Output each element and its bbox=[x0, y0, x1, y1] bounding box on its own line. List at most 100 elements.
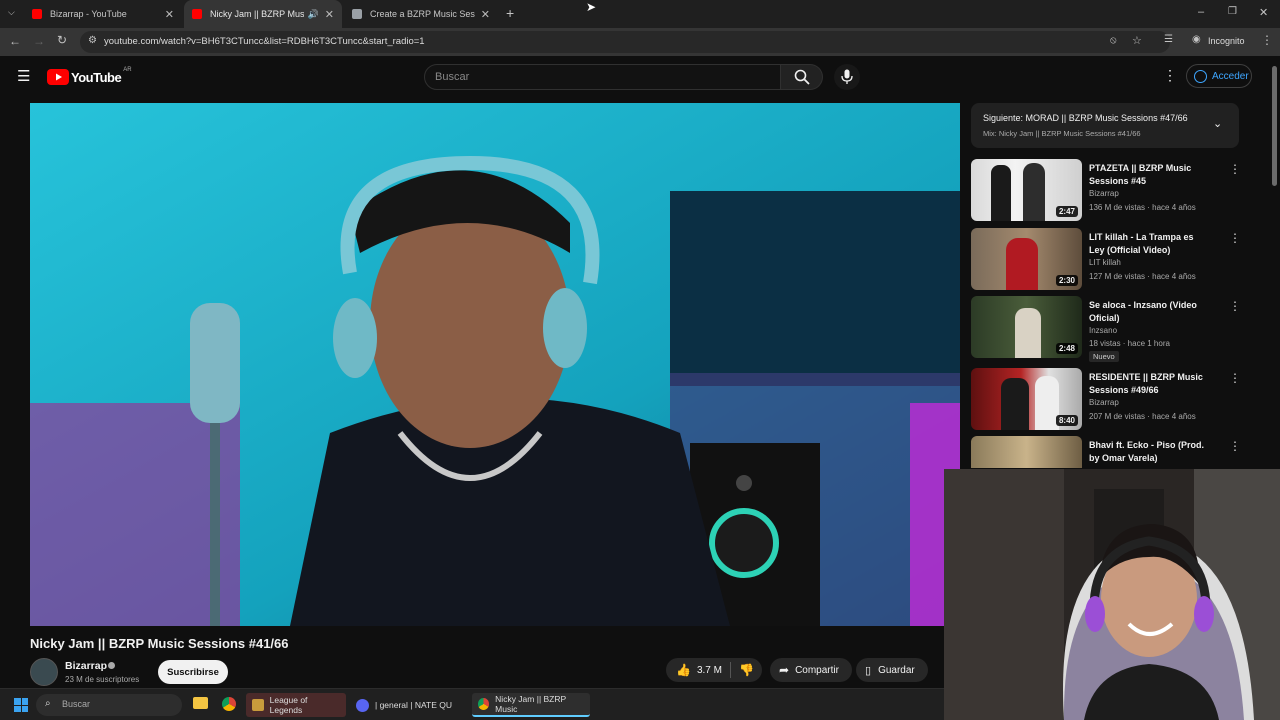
browser-menu-icon[interactable]: ⋮ bbox=[1261, 33, 1273, 47]
voice-search-button[interactable] bbox=[834, 64, 860, 90]
list-item[interactable]: 2:30 LIT killah - La Trampa es Ley (Offi… bbox=[971, 228, 1241, 292]
mix-playlist-header[interactable]: Siguiente: MORAD || BZRP Music Sessions … bbox=[971, 103, 1239, 148]
new-tab-icon[interactable]: + bbox=[506, 5, 514, 21]
search-input[interactable]: Buscar bbox=[424, 64, 781, 90]
video-thumbnail[interactable]: 2:48 bbox=[971, 296, 1082, 358]
video-stats: 136 M de vistas · hace 4 años bbox=[1089, 203, 1196, 212]
video-thumbnail[interactable]: 2:47 bbox=[971, 159, 1082, 221]
tab-label: Bizarrap - YouTube bbox=[50, 9, 127, 19]
chrome-icon bbox=[478, 698, 490, 710]
taskbar-item-label: League of Legends bbox=[269, 695, 308, 715]
taskbar-item-label: | general | NATE QU bbox=[375, 700, 453, 710]
taskbar-item-discord[interactable]: | general | NATE QU bbox=[350, 693, 468, 717]
youtube-play-icon bbox=[47, 69, 69, 85]
settings-more-icon[interactable]: ⋮ bbox=[1163, 67, 1177, 84]
list-item[interactable]: Bhavi ft. Ecko - Piso (Prod. by Omar Var… bbox=[971, 436, 1241, 468]
save-label: Guardar bbox=[878, 664, 915, 676]
tab-close-icon[interactable]: ✕ bbox=[165, 8, 174, 21]
video-title: Nicky Jam || BZRP Music Sessions #41/66 bbox=[30, 636, 289, 651]
list-item[interactable]: 2:48 Se aloca - Inzsano (Video Oficial) … bbox=[971, 296, 1241, 362]
forward-icon[interactable]: → bbox=[33, 34, 45, 48]
more-actions-icon[interactable]: ⋮ bbox=[1229, 439, 1241, 453]
verified-check-icon bbox=[108, 662, 115, 669]
youtube-favicon bbox=[192, 9, 202, 19]
speaker-icon[interactable]: 🔊 bbox=[308, 9, 319, 20]
minimize-icon[interactable]: – bbox=[1198, 6, 1204, 18]
taskbar-search-placeholder: Buscar bbox=[62, 699, 91, 709]
account-icon bbox=[1194, 69, 1207, 83]
youtube-wordmark: YouTube bbox=[71, 69, 122, 85]
next-video-label: Siguiente: MORAD || BZRP Music Sessions … bbox=[983, 113, 1188, 123]
browser-toolbar: ← → ↻ ⚙ youtube.com/watch?v=BH6T3CTuncc&… bbox=[0, 28, 1280, 56]
taskbar-item-chrome[interactable]: Nicky Jam || BZRP Music bbox=[472, 693, 590, 717]
like-button[interactable]: 👍 3.7 M bbox=[666, 663, 730, 677]
tab-bizarrap[interactable]: Bizarrap - YouTube ✕ bbox=[24, 0, 182, 28]
back-icon[interactable]: ← bbox=[9, 34, 21, 48]
taskbar-item-league[interactable]: League of Legends bbox=[246, 693, 346, 717]
reading-list-icon[interactable]: ☰ bbox=[1164, 34, 1173, 45]
taskbar-search[interactable]: ⌕ Buscar bbox=[36, 694, 182, 716]
chrome-icon[interactable] bbox=[222, 697, 236, 711]
site-info-icon[interactable]: ⚙ bbox=[88, 35, 97, 46]
video-title: Bhavi ft. Ecko - Piso (Prod. by Omar Var… bbox=[1089, 440, 1205, 463]
bookmark-star-icon[interactable]: ☆ bbox=[1132, 34, 1142, 47]
video-stats: 18 vistas · hace 1 hora bbox=[1089, 339, 1170, 348]
channel-avatar[interactable] bbox=[30, 658, 58, 686]
video-thumbnail[interactable]: 8:40 bbox=[971, 368, 1082, 430]
search-icon: ⌕ bbox=[45, 698, 51, 709]
incognito-label[interactable]: Incognito bbox=[1208, 36, 1245, 46]
more-actions-icon[interactable]: ⋮ bbox=[1229, 231, 1241, 245]
mix-label: Mix: Nicky Jam || BZRP Music Sessions #4… bbox=[983, 129, 1141, 138]
sign-in-button[interactable]: Acceder bbox=[1186, 64, 1252, 88]
search-button[interactable] bbox=[781, 64, 823, 90]
video-duration: 8:40 bbox=[1055, 415, 1078, 426]
list-item[interactable]: 2:47 PTAZETA || BZRP Music Sessions #45 … bbox=[971, 159, 1241, 223]
browser-tab-strip: ⌵ Bizarrap - YouTube ✕ Nicky Jam || BZRP… bbox=[0, 0, 1280, 28]
windows-start-icon[interactable] bbox=[14, 698, 28, 712]
search-icon bbox=[794, 69, 810, 85]
more-actions-icon[interactable]: ⋮ bbox=[1229, 299, 1241, 313]
channel-name: Inzsano bbox=[1089, 326, 1118, 335]
tab-search-icon[interactable]: ⌵ bbox=[8, 7, 15, 18]
video-duration: 2:47 bbox=[1055, 206, 1078, 217]
hamburger-menu-icon[interactable]: ☰ bbox=[17, 67, 30, 85]
like-count: 3.7 M bbox=[696, 664, 722, 676]
channel-name[interactable]: Bizarrap bbox=[65, 660, 107, 672]
tab-close-icon[interactable]: ✕ bbox=[481, 8, 490, 21]
video-thumbnail[interactable] bbox=[971, 436, 1082, 468]
subscribe-button[interactable]: Suscribirse bbox=[158, 660, 228, 684]
file-explorer-icon[interactable] bbox=[193, 697, 208, 709]
save-button[interactable]: ▯ Guardar bbox=[856, 658, 928, 682]
webcam-overlay bbox=[944, 469, 1280, 720]
eye-off-icon[interactable]: ⦸ bbox=[1110, 35, 1117, 46]
scrollbar[interactable] bbox=[1272, 66, 1277, 186]
video-duration: 2:30 bbox=[1055, 275, 1078, 286]
new-badge: Nuevo bbox=[1089, 351, 1119, 362]
tab-nicky-jam[interactable]: Nicky Jam || BZRP Music Se 🔊 ✕ bbox=[184, 0, 342, 28]
tab-label: Create a BZRP Music Sessions bbox=[370, 9, 475, 19]
chevron-down-icon[interactable]: ⌄ bbox=[1213, 117, 1222, 130]
video-thumbnail[interactable]: 2:30 bbox=[971, 228, 1082, 290]
video-duration: 2:48 bbox=[1055, 343, 1078, 354]
address-bar[interactable]: ⚙ youtube.com/watch?v=BH6T3CTuncc&list=R… bbox=[80, 31, 1170, 53]
discord-icon bbox=[356, 698, 369, 712]
tab-create-bzrp[interactable]: Create a BZRP Music Sessions ✕ bbox=[344, 0, 498, 28]
reload-icon[interactable]: ↻ bbox=[57, 33, 67, 47]
region-code: AR bbox=[123, 67, 132, 73]
more-actions-icon[interactable]: ⋮ bbox=[1229, 371, 1241, 385]
restore-icon[interactable]: ❐ bbox=[1228, 6, 1237, 17]
youtube-logo[interactable]: YouTube AR bbox=[47, 67, 132, 85]
windows-taskbar: ⌕ Buscar League of Legends | general | N… bbox=[0, 688, 944, 720]
dislike-button[interactable]: 👎 bbox=[731, 663, 754, 677]
more-actions-icon[interactable]: ⋮ bbox=[1229, 162, 1241, 176]
close-window-icon[interactable]: ✕ bbox=[1259, 6, 1268, 19]
list-item[interactable]: 8:40 RESIDENTE || BZRP Music Sessions #4… bbox=[971, 368, 1241, 432]
tab-close-icon[interactable]: ✕ bbox=[325, 8, 334, 21]
share-icon: ➦ bbox=[779, 663, 790, 677]
share-button[interactable]: ➦ Compartir bbox=[770, 658, 852, 682]
url-text: youtube.com/watch?v=BH6T3CTuncc&list=RDB… bbox=[104, 36, 425, 47]
document-favicon bbox=[352, 9, 362, 19]
tab-label: Nicky Jam || BZRP Music Se bbox=[210, 9, 304, 19]
video-player[interactable] bbox=[30, 103, 960, 626]
microphone-icon bbox=[841, 69, 853, 84]
